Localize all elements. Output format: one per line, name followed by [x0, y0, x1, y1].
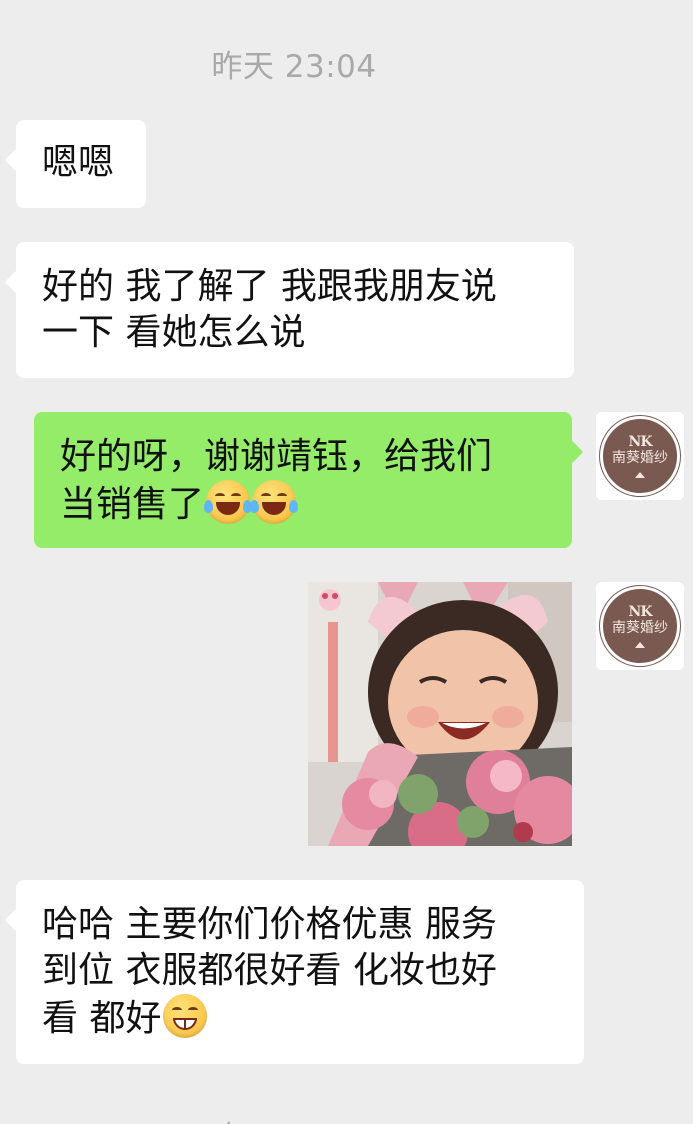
self-avatar[interactable]: NK 南葵婚纱: [596, 582, 684, 670]
chat-timestamp: 昨天 23:04: [211, 49, 377, 85]
message-bubble-received[interactable]: 好的 我了解了 我跟我朋友说 一下 看她怎么说: [16, 242, 574, 378]
message-text: 当销售了: [60, 484, 205, 525]
sticker-laughing-child-image[interactable]: [308, 582, 572, 846]
message-text: 嗯嗯: [42, 142, 115, 183]
message-text: 看 都好: [42, 998, 162, 1039]
message-text: 哈哈 主要你们价格优惠 服务: [42, 904, 497, 945]
message-text: 一下 看她怎么说: [42, 312, 306, 353]
sticker-image-icon: [308, 582, 572, 846]
avatar-logo: NK: [628, 434, 653, 450]
message-text: 到位 衣服都很好看 化妆也好: [42, 950, 497, 991]
grinning-face-emoji-icon: [163, 994, 208, 1038]
self-avatar[interactable]: NK 南葵婚纱: [596, 412, 684, 500]
message-text: 好的 我了解了 我跟我朋友说: [42, 266, 497, 307]
avatar-brand-name: 南葵婚纱: [612, 620, 668, 636]
avatar-logo: NK: [628, 604, 653, 620]
avatar-triangle-icon: [635, 472, 645, 478]
message-bubble-received[interactable]: 嗯嗯: [16, 120, 146, 208]
chat-timestamp: 昨天 23:10: [0, 1112, 588, 1124]
message-bubble-received[interactable]: 哈哈 主要你们价格优惠 服务 到位 衣服都很好看 化妆也好 看 都好: [16, 880, 584, 1064]
tears-of-joy-emoji-icon: [204, 480, 253, 524]
message-bubble-sent[interactable]: 好的呀，谢谢靖钰，给我们 当销售了: [34, 412, 572, 548]
avatar-triangle-icon: [635, 642, 645, 648]
avatar-brand-name: 南葵婚纱: [612, 450, 668, 466]
tears-of-joy-emoji-icon: [250, 480, 299, 524]
message-text: 好的呀，谢谢靖钰，给我们: [60, 436, 493, 477]
